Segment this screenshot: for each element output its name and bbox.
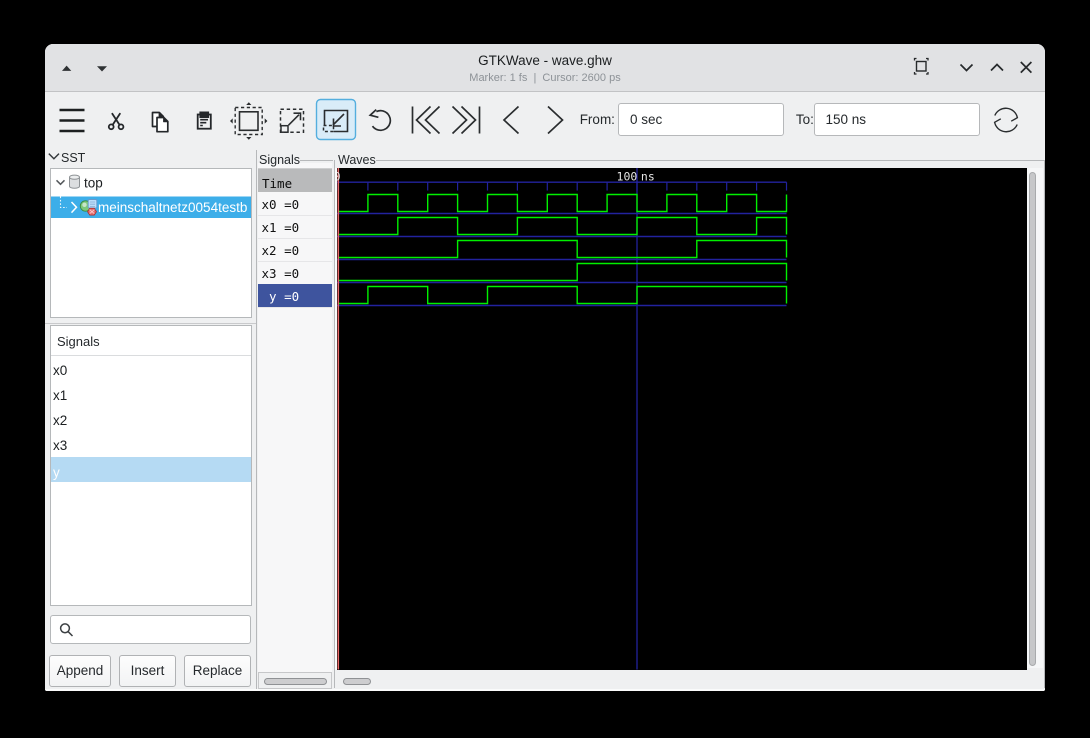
svg-text:ns: ns <box>641 170 655 184</box>
svg-text:meinschaltnetz0054testb: meinschaltnetz0054testb <box>98 200 247 215</box>
svg-text:SST: SST <box>61 151 86 165</box>
svg-text:top: top <box>84 175 103 190</box>
svg-text:0: 0 <box>337 170 341 184</box>
svg-text:100: 100 <box>617 170 638 184</box>
